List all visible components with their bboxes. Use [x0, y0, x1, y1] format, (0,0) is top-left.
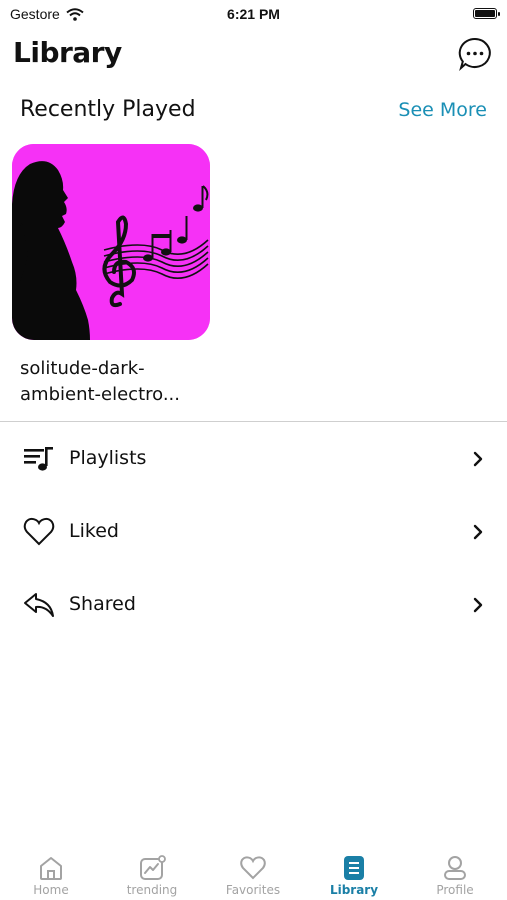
tab-label-library: Library [329, 883, 379, 897]
tab-trending[interactable]: trending [102, 845, 202, 900]
library-icon [344, 856, 364, 880]
menu-label-playlists: Playlists [69, 447, 147, 469]
recent-track-artwork[interactable] [12, 144, 210, 340]
battery-icon [473, 8, 500, 19]
chevron-right-icon [473, 524, 483, 540]
tab-label-home: Home [33, 883, 69, 897]
recent-track-title[interactable]: solitude-dark-ambient-electro... [20, 356, 210, 408]
menu-label-shared: Shared [69, 593, 136, 615]
menu-item-liked[interactable]: Liked [0, 503, 507, 563]
music-silhouette-artwork [12, 144, 210, 340]
tab-library[interactable]: Library [304, 845, 404, 900]
status-bar: Gestore 6:21 PM [0, 0, 507, 28]
heart-icon [23, 517, 55, 546]
tab-label-profile: Profile [436, 883, 474, 897]
share-reply-icon [24, 593, 54, 617]
chevron-right-icon [473, 451, 483, 467]
menu-item-shared[interactable]: Shared [0, 576, 507, 636]
home-icon [40, 857, 62, 880]
heart-icon [240, 856, 266, 880]
page-title: Library [13, 36, 122, 69]
tab-label-trending: trending [126, 883, 178, 897]
tab-favorites[interactable]: Favorites [203, 845, 303, 900]
menu-item-playlists[interactable]: Playlists [0, 430, 507, 490]
playlist-icon [24, 447, 53, 471]
status-time: 6:21 PM [227, 6, 280, 22]
trending-icon [140, 855, 166, 880]
header: Library [0, 30, 507, 78]
profile-icon [444, 856, 466, 880]
chevron-right-icon [473, 597, 483, 613]
see-more-link[interactable]: See More [398, 99, 487, 121]
menu-label-liked: Liked [69, 520, 119, 542]
section-divider [0, 421, 507, 422]
section-title: Recently Played [20, 97, 196, 122]
tab-profile[interactable]: Profile [405, 845, 505, 900]
tab-home[interactable]: Home [1, 845, 101, 900]
tab-bar: Home trending Favorites Library Profile [0, 845, 507, 900]
tab-label-favorites: Favorites [225, 883, 281, 897]
recently-played-header: Recently Played See More [0, 95, 507, 127]
chat-bubble-icon[interactable] [457, 36, 493, 72]
